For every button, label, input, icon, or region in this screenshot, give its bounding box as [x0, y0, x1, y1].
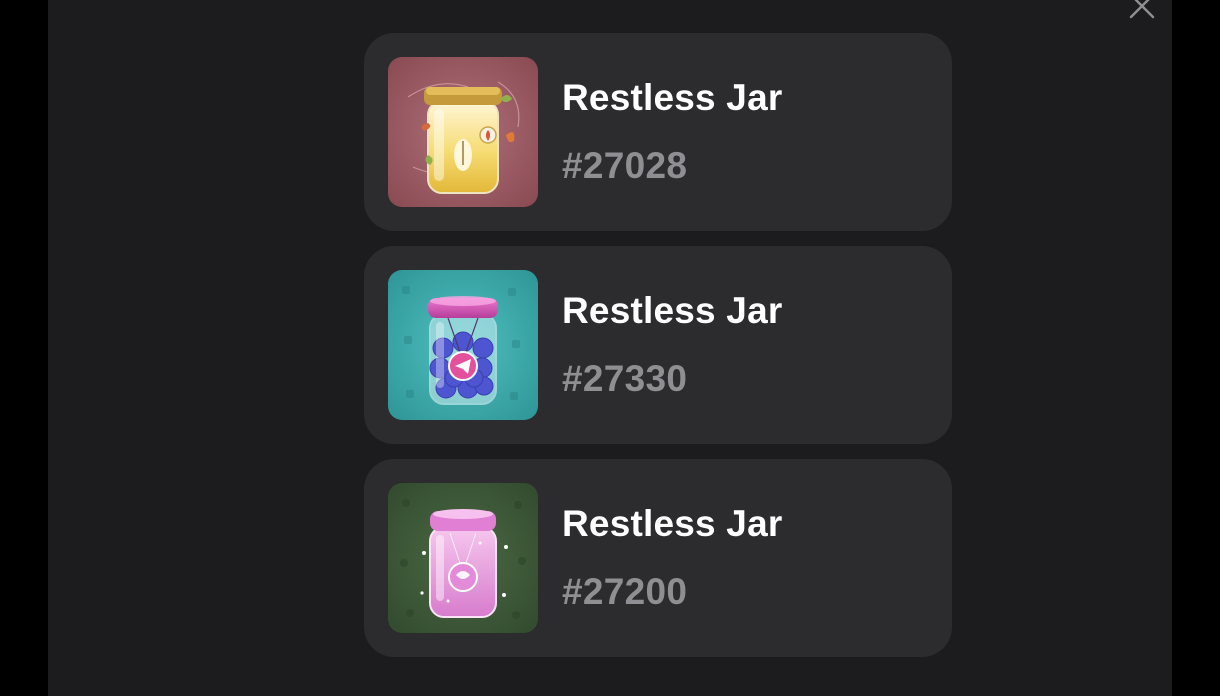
gift-thumbnail	[388, 483, 538, 633]
sparkle-jar-icon	[388, 483, 538, 633]
close-button[interactable]	[1128, 0, 1156, 20]
gift-list: Restless Jar #27028 Restless Jar #27330 …	[364, 33, 952, 672]
gift-name: Restless Jar	[562, 503, 783, 544]
gift-thumbnail	[388, 57, 538, 207]
candle-jar-icon	[388, 57, 538, 207]
gift-item[interactable]: Restless Jar #27330	[364, 246, 952, 444]
gift-number: #27028	[562, 145, 688, 186]
berry-jar-icon	[388, 270, 538, 420]
gift-name: Restless Jar	[562, 77, 783, 118]
gift-number: #27200	[562, 571, 688, 612]
gift-dialog: Restless Jar #27028 Restless Jar #27330 …	[48, 0, 1172, 696]
gift-item[interactable]: Restless Jar #27200	[364, 459, 952, 657]
gift-thumbnail	[388, 270, 538, 420]
gift-item[interactable]: Restless Jar #27028	[364, 33, 952, 231]
close-icon	[1129, 0, 1155, 19]
gift-number: #27330	[562, 358, 688, 399]
gift-name: Restless Jar	[562, 290, 783, 331]
